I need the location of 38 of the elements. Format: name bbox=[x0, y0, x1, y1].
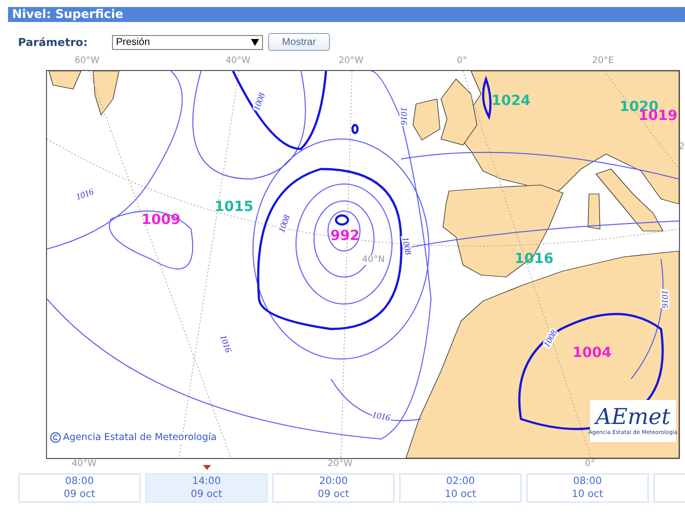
isobar-label: 1016 bbox=[74, 186, 95, 202]
time-step[interactable]: 20:00 09 oct bbox=[272, 473, 395, 503]
copyright-icon bbox=[50, 432, 61, 443]
longitude-tick: 40°W bbox=[226, 56, 250, 66]
show-button[interactable]: Mostrar bbox=[268, 33, 330, 51]
isobar-label: 1008 bbox=[276, 214, 292, 234]
longitude-tick: 0° bbox=[456, 56, 468, 66]
pressure-center-label: 1024 bbox=[492, 93, 530, 109]
caret-icon bbox=[251, 38, 259, 46]
isobar-label: 1016 bbox=[660, 290, 670, 308]
longitude-tick: 20°W bbox=[338, 56, 364, 66]
landmass bbox=[92, 70, 120, 116]
isobar-label: 1016 bbox=[371, 410, 391, 423]
time-step[interactable]: 08:00 10 oct bbox=[526, 473, 649, 503]
isobar-label: 1016 bbox=[218, 334, 234, 354]
isobar-label: 1008 bbox=[251, 92, 267, 112]
latitude-label: 40°N bbox=[362, 255, 385, 265]
isobar-label: 1008 bbox=[400, 236, 414, 256]
parameter-dropdown[interactable]: Presión bbox=[112, 34, 263, 50]
parameter-label: Parámetro: bbox=[18, 36, 89, 48]
pressure-center-label: 1004 bbox=[572, 345, 612, 361]
isobar-label: 1016 bbox=[398, 107, 409, 125]
longitude-tick: 60°W bbox=[74, 56, 100, 66]
isobar-line bbox=[482, 78, 492, 118]
pressure-center-label: 1019 bbox=[638, 108, 678, 124]
landmass bbox=[48, 70, 82, 90]
selected-marker-icon bbox=[203, 465, 211, 470]
level-title-bar: Nivel: Superficie bbox=[8, 7, 685, 22]
pressure-center-label: 992 bbox=[330, 228, 360, 244]
copyright-text: Agencia Estatal de Meteorología bbox=[63, 432, 217, 443]
pressure-center-label: 1015 bbox=[214, 199, 254, 215]
longitude-tick: 20°E bbox=[592, 56, 614, 66]
longitude-tick: 0° bbox=[584, 459, 596, 469]
longitude-tick: 20°W bbox=[328, 459, 352, 469]
longitude-tick: 40°W bbox=[72, 459, 96, 469]
pressure-center-label: 1009 bbox=[142, 212, 180, 228]
time-step[interactable]: 02:00 10 oct bbox=[399, 473, 522, 503]
time-step[interactable]: 08:00 09 oct bbox=[18, 473, 141, 503]
